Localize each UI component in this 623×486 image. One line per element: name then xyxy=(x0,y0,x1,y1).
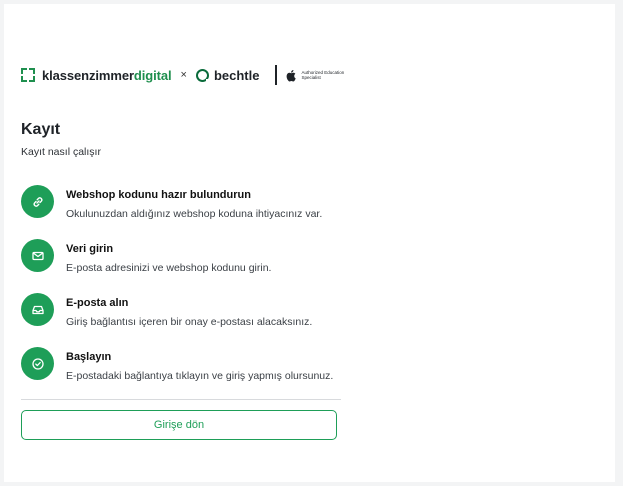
step-title: Başlayın xyxy=(66,351,112,363)
divider xyxy=(21,399,341,400)
logo-suffix: digital xyxy=(133,67,172,83)
step-get-started: Başlayın E-postadaki bağlantıya tıklayın… xyxy=(21,347,351,387)
bechtle-mark-icon xyxy=(195,68,210,83)
step-description: Giriş bağlantısı içeren bir onay e-posta… xyxy=(66,316,313,328)
step-webshop-code: Webshop kodunu hazır bulundurun Okulunuz… xyxy=(21,185,351,225)
logo-prefix: klassenzimmer xyxy=(42,67,134,83)
logo-separator: × xyxy=(180,69,187,81)
bechtle-logo: bechtle xyxy=(195,67,260,83)
envelope-icon xyxy=(21,239,54,272)
logo-bar: klassenzimmerdigital × bechtle Authorize… xyxy=(21,62,361,88)
bechtle-logo-text: bechtle xyxy=(213,67,260,83)
step-title: Veri girin xyxy=(66,243,114,255)
step-enter-data: Veri girin E-posta adresinizi ve webshop… xyxy=(21,239,351,279)
page-subtitle: Kayıt nasıl çalışır xyxy=(21,146,101,158)
klassenzimmer-logo: klassenzimmerdigital xyxy=(42,68,172,83)
step-receive-email: E-posta alın Giriş bağlantısı içeren bir… xyxy=(21,293,351,333)
step-description: E-postadaki bağlantıya tıklayın ve giriş… xyxy=(66,370,334,382)
klassenzimmer-logo-icon xyxy=(21,68,35,82)
step-title: E-posta alın xyxy=(66,297,129,309)
step-description: E-posta adresinizi ve webshop kodunu gir… xyxy=(66,262,272,274)
back-to-login-button[interactable]: Girişe dön xyxy=(21,410,337,440)
apple-badge-text: Authorized Education Specialist xyxy=(301,70,345,80)
apple-badge: Authorized Education Specialist xyxy=(286,69,361,82)
step-title: Webshop kodunu hazır bulundurun xyxy=(66,189,251,201)
apple-icon xyxy=(287,69,297,81)
page-title: Kayıt xyxy=(21,121,61,138)
logo-divider xyxy=(275,65,278,85)
inbox-icon xyxy=(21,293,54,326)
link-icon xyxy=(21,185,54,218)
step-description: Okulunuzdan aldığınız webshop koduna iht… xyxy=(66,208,323,220)
check-circle-icon xyxy=(21,347,54,380)
